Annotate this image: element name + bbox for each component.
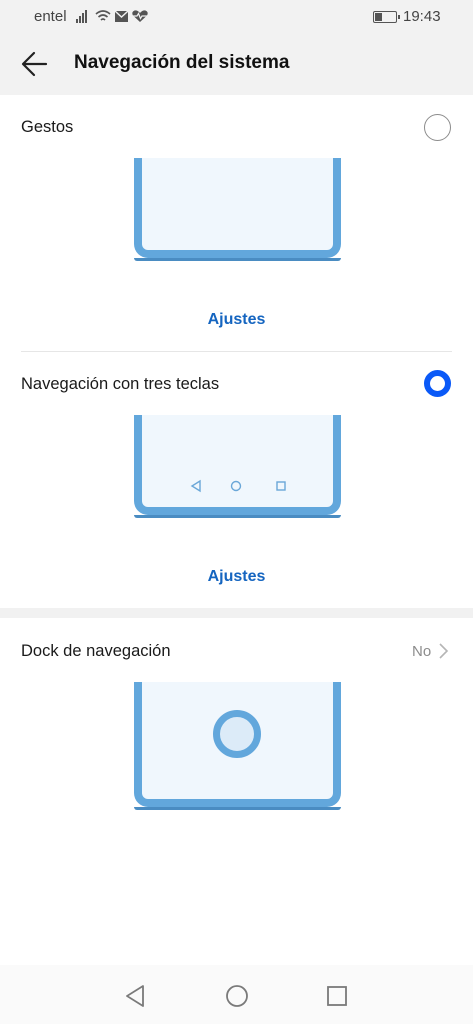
dock-navigation-value: No [412,643,432,660]
home-circle-icon [226,985,248,1007]
divider [21,351,452,352]
illustration-back-icon [190,479,201,493]
dock-illustration [134,682,341,820]
content-area: Gestos Ajustes Navegación con tres tecla… [0,95,473,965]
status-time: 19:43 [403,8,441,25]
recents-square-icon [327,986,347,1006]
option-gestures-radio[interactable] [424,114,451,141]
back-triangle-icon [126,985,144,1007]
phone-frame [134,415,341,518]
battery-icon [373,11,400,23]
option-three-keys-label: Navegación con tres teclas [21,375,220,393]
battery-fill [375,13,382,21]
illustration-home-icon [230,480,242,492]
signal-icon [76,10,87,23]
back-button[interactable] [16,46,56,82]
app-header: Navegación del sistema [0,34,473,95]
option-gestures-label: Gestos [21,118,74,136]
mail-icon [114,10,129,22]
carrier-name: entel [34,8,67,25]
floating-dock-circle [213,710,261,758]
illustration-nav-keys [190,479,286,493]
nav-back-button[interactable] [121,981,151,1011]
three-keys-illustration [134,415,341,527]
system-nav-bar [0,965,473,1024]
wifi-icon [95,10,111,21]
status-icons [76,10,148,23]
gestures-illustration [134,158,341,270]
gestures-settings-link[interactable]: Ajustes [0,311,473,329]
three-keys-settings-link[interactable]: Ajustes [0,568,473,586]
dock-navigation-label: Dock de navegación [21,642,171,660]
health-heart-icon [132,10,148,22]
arrow-left-icon [21,51,48,77]
nav-home-button[interactable] [222,981,252,1011]
illustration-recents-icon [276,481,286,491]
option-three-keys-radio[interactable] [424,370,451,397]
phone-frame [134,158,341,261]
nav-recents-button[interactable] [322,981,352,1011]
section-separator [0,608,473,618]
status-bar: entel 19:43 [0,0,473,34]
dock-navigation-row[interactable]: Dock de navegación No [0,621,473,681]
chevron-right-icon [439,643,449,659]
page-title: Navegación del sistema [74,52,290,73]
